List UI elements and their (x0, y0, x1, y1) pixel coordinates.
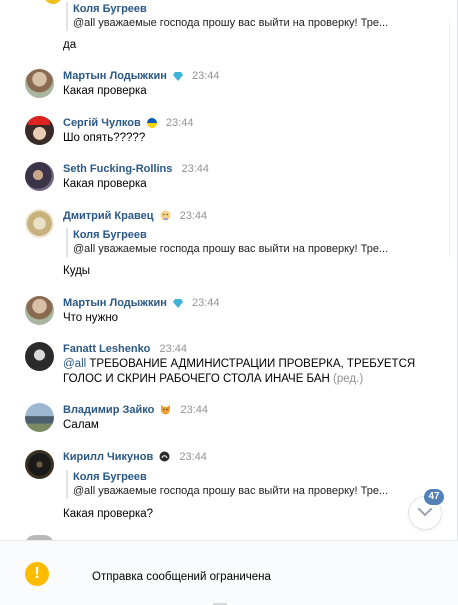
message-time[interactable]: 23:44 (181, 163, 209, 175)
dog-icon (160, 404, 171, 419)
badge-icon (159, 451, 170, 466)
quote-author[interactable]: Коля Бугреев (73, 228, 388, 242)
message-time[interactable]: 23:44 (180, 404, 208, 416)
message-text: Шо опять????? (63, 132, 146, 144)
message-time[interactable]: 23:44 (192, 297, 220, 309)
avatar[interactable] (25, 296, 54, 325)
quote-text: @all уважаемые господа прошу вас выйти н… (73, 243, 389, 255)
message-text: Куды (63, 265, 91, 277)
message-time[interactable]: 23:44 (179, 451, 207, 463)
message-time[interactable]: 23:44 (166, 117, 194, 129)
message-header: Мартын Лодыжкин 23:44 (63, 296, 220, 312)
message-text: Какая проверка (63, 178, 147, 190)
message-text: да (63, 39, 77, 51)
warning-icon: ! (25, 562, 49, 586)
unread-count-badge[interactable]: 47 (424, 489, 444, 505)
avatar[interactable] (25, 450, 54, 479)
author-name[interactable]: Мартын Лодыжкин (63, 70, 167, 82)
message-text-line-2: ГОЛОС И СКРИН РАБОЧЕГО СТОЛА ИНАЧЕ БАН (… (63, 372, 363, 387)
chevron-down-icon (418, 506, 432, 520)
message-time[interactable]: 23:44 (192, 70, 220, 82)
author-name[interactable]: Seth Fucking-Rollins (63, 163, 172, 175)
quote-text: @all уважаемые господа прошу вас выйти н… (73, 17, 389, 29)
avatar[interactable] (25, 116, 54, 145)
message-text: ТРЕБОВАНИЕ АДМИНИСТРАЦИИ ПРОВЕРКА, ТРЕБУ… (86, 358, 416, 370)
avatar[interactable] (25, 69, 54, 98)
author-name[interactable]: Владимир Зайко (63, 404, 154, 416)
composer-disabled-bar: ! Отправка сообщений ограничена (0, 540, 458, 605)
edited-label[interactable]: (ред.) (333, 373, 363, 385)
quoted-message[interactable]: Коля Бугреев @all уважаемые господа прош… (66, 228, 388, 257)
author-name[interactable]: Мартын Лодыжкин (63, 297, 167, 309)
message-header: Мартын Лодыжкин 23:44 (63, 69, 220, 85)
message-time[interactable]: 23:44 (180, 210, 208, 222)
emoji-badge-icon (160, 210, 171, 225)
message-header: Кирилл Чикунов 23:44 (63, 450, 207, 466)
message-text: Какая проверка (63, 85, 147, 97)
author-name[interactable]: Fanatt Leshenko (63, 343, 150, 355)
quote-author[interactable]: Коля Бугреев (73, 470, 388, 484)
author-name[interactable]: Сергій Чулков (63, 117, 141, 129)
message-time[interactable]: 23:44 (159, 343, 187, 355)
message-text: ГОЛОС И СКРИН РАБОЧЕГО СТОЛА ИНАЧЕ БАН (63, 373, 330, 385)
message-header: Сергій Чулков 23:44 (63, 116, 193, 132)
avatar-partial[interactable] (44, 0, 62, 4)
message-header: Владимир Зайко 23:44 (63, 403, 208, 419)
avatar[interactable] (25, 342, 54, 371)
message-header: Дмитрий Кравец 23:44 (63, 209, 207, 225)
message-text-line-1: @all ТРЕБОВАНИЕ АДМИНИСТРАЦИИ ПРОВЕРКА, … (63, 357, 415, 372)
message-header: Fanatt Leshenko 23:44 (63, 342, 187, 356)
message-header: Seth Fucking-Rollins 23:44 (63, 162, 209, 176)
message-text: Салам (63, 419, 99, 431)
message-text: Что нужно (63, 312, 119, 324)
quoted-message[interactable]: Коля Бугреев @all уважаемые господа прош… (66, 2, 388, 31)
author-name[interactable]: Кирилл Чикунов (63, 451, 153, 463)
quote-author[interactable]: Коля Бугреев (73, 2, 388, 16)
quote-text: @all уважаемые господа прошу вас выйти н… (73, 485, 389, 497)
scrollbar-track[interactable] (449, 18, 450, 258)
author-name[interactable]: Дмитрий Кравец (63, 210, 153, 222)
ukraine-flag-icon (146, 118, 157, 132)
diamond-icon (172, 71, 183, 85)
avatar[interactable] (25, 209, 54, 238)
quoted-message[interactable]: Коля Бугреев @all уважаемые господа прош… (66, 470, 388, 499)
restriction-text: Отправка сообщений ограничена (92, 571, 271, 583)
diamond-icon (172, 298, 183, 312)
mention-link[interactable]: @all (63, 358, 86, 370)
avatar[interactable] (25, 403, 54, 432)
message-text: Какая проверка? (63, 508, 154, 520)
avatar[interactable] (25, 162, 54, 191)
